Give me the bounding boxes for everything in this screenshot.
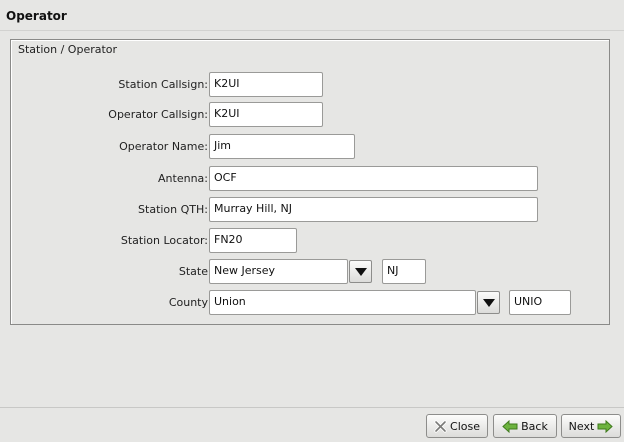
chevron-down-icon <box>355 268 367 276</box>
antenna-row: Antenna: <box>11 166 208 191</box>
county-abbrev-input[interactable]: UNIO <box>509 290 571 315</box>
station-locator-input[interactable]: FN20 <box>209 228 297 253</box>
station-qth-row: Station QTH: <box>11 197 208 222</box>
main-content: Station / Operator Station Callsign: K2U… <box>0 31 624 407</box>
close-button-label: Close <box>450 419 480 433</box>
operator-callsign-row: Operator Callsign: <box>11 102 208 127</box>
next-button-label: Next <box>568 419 595 433</box>
close-button[interactable]: Close <box>426 414 488 438</box>
operator-callsign-label: Operator Callsign: <box>108 108 208 121</box>
station-operator-group: Station / Operator Station Callsign: K2U… <box>10 39 610 325</box>
county-select[interactable]: Union <box>209 290 476 315</box>
operator-name-input[interactable]: Jim <box>209 134 355 159</box>
back-button[interactable]: Back <box>493 414 557 438</box>
arrow-left-icon <box>502 419 518 433</box>
back-button-label: Back <box>521 419 548 433</box>
county-row: County <box>11 290 208 315</box>
station-locator-label: Station Locator: <box>120 234 208 247</box>
state-row: State <box>11 259 208 284</box>
chevron-down-icon <box>483 299 495 307</box>
operator-name-row: Operator Name: <box>11 134 208 159</box>
button-bar: Close Back Next <box>0 407 624 442</box>
station-callsign-input[interactable]: K2UI <box>209 72 323 97</box>
county-label: County <box>168 296 208 309</box>
next-button[interactable]: Next <box>561 414 621 438</box>
station-qth-label: Station QTH: <box>138 203 208 216</box>
state-label: State <box>178 265 208 278</box>
close-x-icon <box>434 419 447 433</box>
title-bar: Operator <box>0 0 624 31</box>
state-abbrev-input[interactable]: NJ <box>382 259 426 284</box>
arrow-right-icon <box>597 419 614 433</box>
county-dropdown-button[interactable] <box>477 291 500 314</box>
antenna-input[interactable]: OCF <box>209 166 538 191</box>
group-title: Station / Operator <box>18 43 118 56</box>
page-title: Operator <box>6 9 67 23</box>
state-dropdown-button[interactable] <box>349 260 372 283</box>
station-locator-row: Station Locator: <box>11 228 208 253</box>
operator-callsign-input[interactable]: K2UI <box>209 102 323 127</box>
state-select[interactable]: New Jersey <box>209 259 348 284</box>
station-callsign-row: Station Callsign: <box>11 72 208 97</box>
station-callsign-label: Station Callsign: <box>118 78 208 91</box>
station-qth-input[interactable]: Murray Hill, NJ <box>209 197 538 222</box>
operator-name-label: Operator Name: <box>119 140 208 153</box>
antenna-label: Antenna: <box>158 172 208 185</box>
